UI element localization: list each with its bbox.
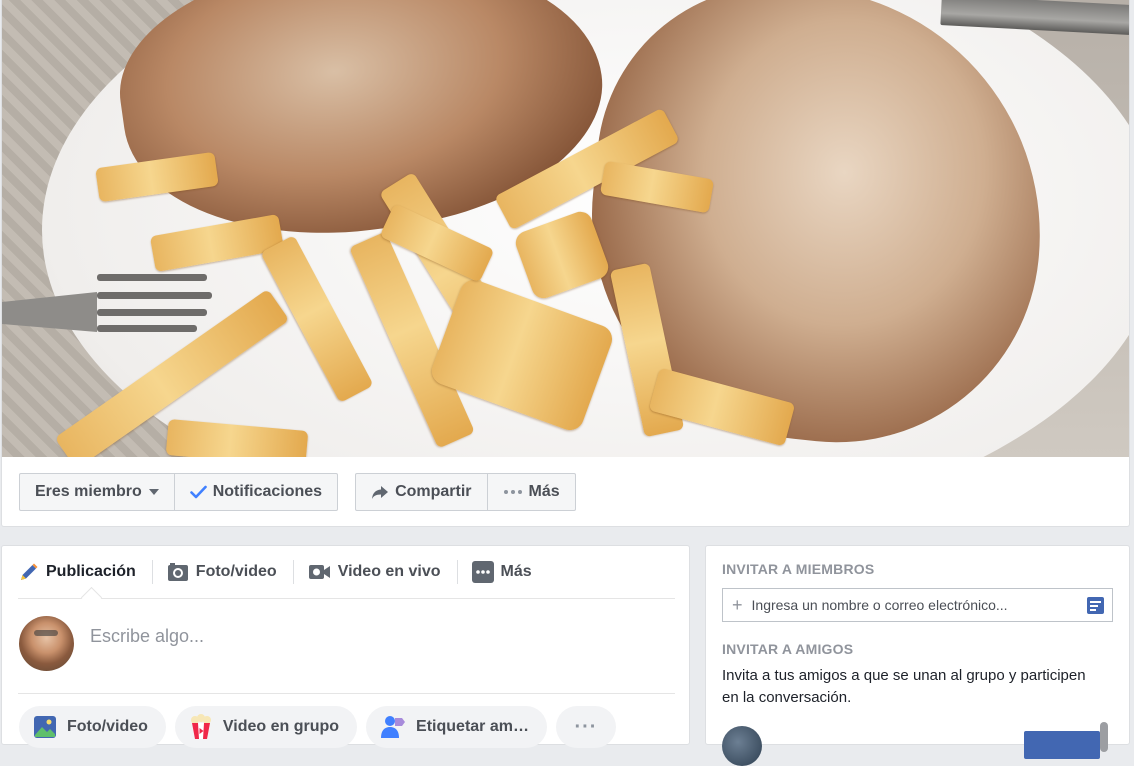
invite-members-card: INVITAR A MIEMBROS + INVITAR A AMIGOS In…: [705, 545, 1130, 766]
group-cover-card: Eres miembro Notificaciones Compartir Má…: [1, 0, 1130, 527]
more-square-icon: [471, 561, 494, 583]
cover-photo[interactable]: [2, 0, 1129, 457]
pencil-icon: [18, 562, 39, 583]
popcorn-icon: [189, 714, 213, 740]
more-actions-button[interactable]: Más: [486, 474, 575, 510]
divider: [18, 693, 675, 694]
invite-friends-heading: INVITAR A AMIGOS: [722, 641, 854, 657]
member-status-label: Eres miembro: [35, 483, 142, 500]
tab-label: Publicación: [46, 563, 136, 580]
photo-video-pill[interactable]: Foto/video: [19, 706, 166, 748]
checkmark-icon: [189, 485, 207, 499]
tab-mas[interactable]: Más: [456, 560, 548, 584]
invite-members-heading: INVITAR A MIEMBROS: [722, 561, 875, 577]
tab-label: Foto/video: [195, 563, 277, 580]
tab-video-en-vivo[interactable]: Video en vivo: [292, 560, 457, 584]
post-composer: Publicación Foto/video Video en vivo Más…: [1, 545, 690, 748]
pill-label: Video en grupo: [222, 718, 340, 735]
tag-person-icon: [380, 714, 406, 740]
video-camera-icon: [308, 563, 331, 581]
contact-card-icon[interactable]: [1087, 597, 1104, 619]
pill-label: Etiquetar am…: [416, 718, 529, 735]
fork: [2, 274, 212, 332]
composer-tabs: Publicación Foto/video Video en vivo Más: [18, 546, 675, 599]
pill-label: Foto/video: [67, 718, 148, 735]
photo-icon: [33, 715, 57, 739]
more-label: Más: [528, 483, 560, 500]
membership-button-group: Eres miembro Notificaciones: [19, 473, 339, 511]
notifications-label: Notificaciones: [212, 483, 323, 500]
composer-shortcuts: Foto/video Video en grupo Etiquetar am… …: [19, 706, 625, 748]
invite-friend-button[interactable]: [1024, 731, 1100, 759]
share-button-group: Compartir Más: [355, 473, 576, 511]
compose-post-input[interactable]: Escribe algo...: [90, 626, 204, 647]
share-button[interactable]: Compartir: [356, 474, 486, 510]
avatar[interactable]: [19, 616, 74, 671]
share-label: Compartir: [395, 483, 472, 500]
notifications-button[interactable]: Notificaciones: [173, 474, 337, 510]
invite-search-field[interactable]: +: [722, 588, 1113, 622]
chevron-down-icon: [148, 489, 159, 495]
scrollbar[interactable]: [1100, 722, 1108, 752]
group-video-pill[interactable]: Video en grupo: [174, 706, 358, 748]
camera-icon: [167, 562, 189, 582]
tab-publicacion[interactable]: Publicación: [18, 560, 152, 584]
tag-friends-pill[interactable]: Etiquetar am…: [366, 706, 547, 748]
tab-label: Más: [500, 563, 532, 580]
group-actions-row: Eres miembro Notificaciones Compartir Má…: [19, 473, 576, 511]
member-status-button[interactable]: Eres miembro: [20, 474, 174, 510]
share-arrow-icon: [371, 485, 389, 500]
avatar[interactable]: [722, 726, 762, 766]
invite-friends-description: Invita a tus amigos a que se unan al gru…: [722, 667, 1086, 706]
more-shortcuts-button[interactable]: ···: [555, 706, 616, 748]
plus-icon: +: [732, 595, 743, 615]
invite-name-input[interactable]: [749, 596, 1074, 614]
ellipsis-icon: [503, 489, 523, 495]
tab-label: Video en vivo: [337, 563, 441, 580]
tab-foto-video[interactable]: Foto/video: [151, 560, 293, 584]
